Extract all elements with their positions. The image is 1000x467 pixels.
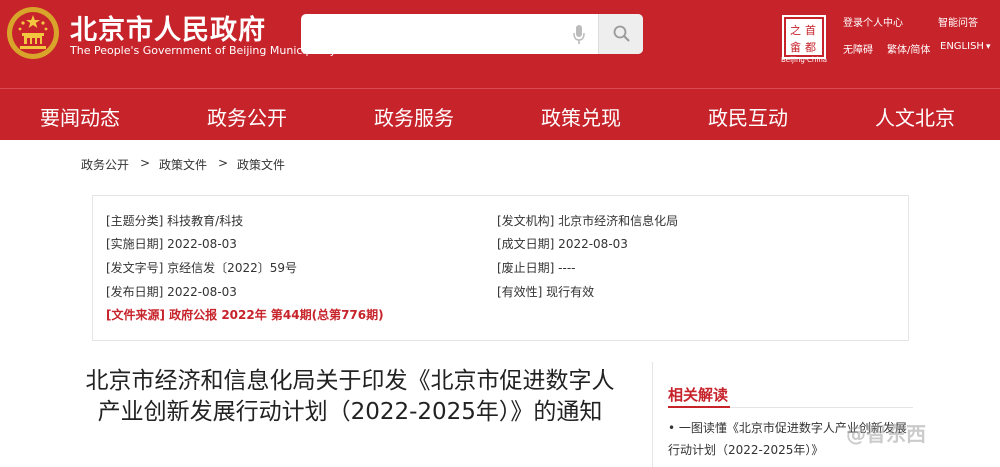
- meta-doc-number: [发文字号] 京经信发〔2022〕59号: [106, 261, 297, 275]
- article-title: 北京市经济和信息化局关于印发《北京市促进数字人产业创新发展行动计划（2022-2…: [85, 368, 615, 425]
- accessibility-link[interactable]: 无障碍: [843, 41, 873, 56]
- seal-caption: Beijing·China: [781, 56, 828, 64]
- svg-text:都: 都: [805, 41, 816, 54]
- capital-seal-logo[interactable]: 之 首 畲 都: [781, 14, 827, 60]
- meta-publish-date: [发布日期] 2022-08-03: [106, 285, 237, 299]
- svg-text:首: 首: [805, 23, 816, 37]
- breadcrumb-item[interactable]: 政务公开: [81, 156, 129, 173]
- language-switch[interactable]: ENGLISH ▾: [940, 41, 990, 52]
- breadcrumb-separator: >: [218, 156, 229, 170]
- search-input[interactable]: [301, 14, 643, 54]
- site-header: 北京市人民政府 The People's Government of Beiji…: [0, 0, 1000, 88]
- nav-item-policy[interactable]: 政策兑现: [541, 102, 621, 131]
- language-label: ENGLISH: [940, 41, 984, 52]
- meta-issuer: [发文机构] 北京市经济和信息化局: [497, 214, 679, 228]
- meta-repeal-date: [废止日期] ----: [497, 261, 576, 275]
- meta-drafted-date: [成文日期] 2022-08-03: [497, 237, 628, 251]
- chevron-down-icon: ▾: [985, 42, 991, 52]
- nav-item-gov-affairs[interactable]: 政务公开: [207, 102, 287, 131]
- microphone-icon[interactable]: [572, 24, 586, 46]
- traditional-simplified-link[interactable]: 繁体/简体: [887, 41, 930, 56]
- svg-text:畲: 畲: [790, 40, 801, 54]
- nav-item-news[interactable]: 要闻动态: [40, 102, 120, 131]
- breadcrumb-item[interactable]: 政策文件: [237, 156, 285, 173]
- nav-item-culture[interactable]: 人文北京: [875, 102, 955, 131]
- svg-text:之: 之: [790, 23, 801, 37]
- breadcrumb-separator: >: [140, 156, 151, 170]
- related-divider-accent: [668, 406, 730, 408]
- column-divider: [652, 362, 653, 467]
- nav-item-services[interactable]: 政务服务: [374, 102, 454, 131]
- nav-item-interaction[interactable]: 政民互动: [708, 102, 788, 131]
- breadcrumb-item[interactable]: 政策文件: [159, 156, 207, 173]
- smart-qa-link[interactable]: 智能问答: [938, 14, 978, 29]
- meta-validity: [有效性] 现行有效: [497, 285, 595, 299]
- site-subtitle[interactable]: The People's Government of Beijing Munic…: [70, 44, 336, 57]
- meta-source: [文件来源] 政府公报 2022年 第44期(总第776期): [106, 308, 384, 322]
- site-title[interactable]: 北京市人民政府: [70, 8, 266, 47]
- meta-category: [主题分类] 科技教育/科技: [106, 214, 244, 228]
- main-nav: 要闻动态 政务公开 政务服务 政策兑现 政民互动 人文北京: [0, 88, 1000, 140]
- search-icon: [613, 25, 630, 42]
- national-emblem-icon[interactable]: [6, 6, 60, 60]
- watermark: @智东西: [846, 422, 926, 446]
- search-button[interactable]: [598, 14, 643, 54]
- related-heading: 相关解读: [668, 386, 729, 404]
- meta-effective-date: [实施日期] 2022-08-03: [106, 237, 237, 251]
- login-link[interactable]: 登录个人中心: [843, 14, 903, 29]
